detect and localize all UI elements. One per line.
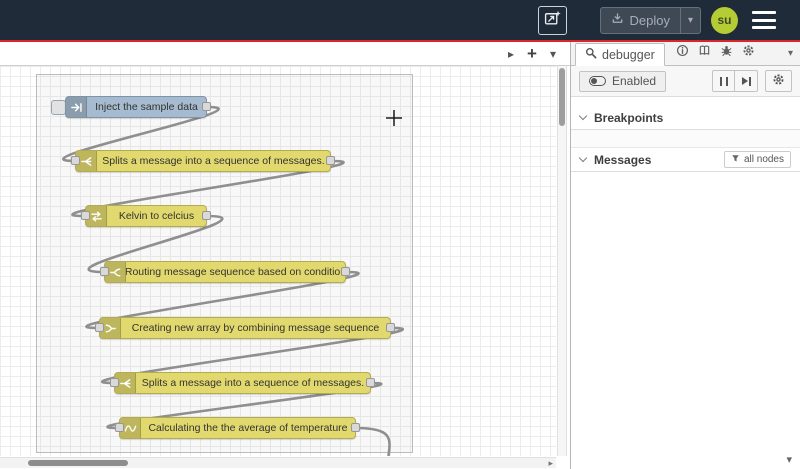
sidebar-tab-list-button[interactable]: ▾ xyxy=(788,48,793,59)
node-input-port[interactable] xyxy=(115,423,124,432)
info-icon xyxy=(676,44,689,62)
toggle-icon xyxy=(589,76,606,86)
funnel-icon xyxy=(731,154,740,166)
message-filter-button[interactable]: all nodes xyxy=(723,151,791,168)
node-output-port[interactable] xyxy=(202,211,211,220)
inject-trigger-button[interactable] xyxy=(51,100,66,115)
breakpoints-list xyxy=(571,130,800,148)
node-output-port[interactable] xyxy=(202,102,211,111)
horizontal-scroll-thumb[interactable] xyxy=(28,460,128,466)
canvas-horizontal-scrollbar[interactable]: ▸ xyxy=(0,457,556,468)
deploy-icon xyxy=(611,12,624,28)
sidebar-tabbar: debugger ▾ xyxy=(571,42,800,66)
chevron-down-icon xyxy=(578,153,588,163)
hamburger-icon xyxy=(752,26,776,29)
node-output-port[interactable] xyxy=(341,267,350,276)
node-label: Calculating the the average of temperatu… xyxy=(148,422,348,434)
header-action-button[interactable] xyxy=(537,5,567,35)
node-split[interactable]: Splits a message into a sequence of mess… xyxy=(110,372,375,394)
node-input-port[interactable] xyxy=(110,378,119,387)
scroll-right-arrow-icon[interactable]: ▸ xyxy=(548,458,553,469)
messages-title: Messages xyxy=(594,152,652,167)
node-output-port[interactable] xyxy=(366,378,375,387)
tab-config-nodes[interactable] xyxy=(739,41,758,65)
node-output-port[interactable] xyxy=(326,156,335,165)
node-label: Routing message sequence based on condit… xyxy=(126,266,345,278)
node-label: Inject the sample data xyxy=(95,101,198,113)
step-button[interactable] xyxy=(735,70,758,92)
node-label: Splits a message into a sequence of mess… xyxy=(141,377,365,389)
gear-icon xyxy=(772,73,785,89)
sidebar-icon-tabs xyxy=(673,41,758,65)
breakpoints-title: Breakpoints xyxy=(594,110,664,125)
node-switch[interactable]: Routing message sequence based on condit… xyxy=(100,261,350,283)
message-filter-label: all nodes xyxy=(743,154,784,165)
node-input-port[interactable] xyxy=(100,267,109,276)
pause-button[interactable] xyxy=(712,70,735,92)
scroll-tabs-right-button[interactable]: ▸ xyxy=(508,48,514,60)
gear-icon xyxy=(742,44,755,62)
book-icon xyxy=(698,44,711,62)
breakpoints-section-header[interactable]: Breakpoints xyxy=(571,106,800,130)
deploy-label: Deploy xyxy=(629,12,670,28)
hamburger-icon xyxy=(752,11,776,14)
workspace-pane: ▸ + ▾ Inject the sample data Splits a me… xyxy=(0,42,570,469)
user-avatar[interactable]: su xyxy=(711,6,738,34)
node-label: Creating new array by combining message … xyxy=(131,322,380,334)
node-label: Kelvin to celcius xyxy=(118,210,195,222)
pause-icon xyxy=(719,76,728,86)
tab-debug[interactable] xyxy=(717,41,736,65)
debugger-settings-button[interactable] xyxy=(765,70,792,92)
deploy-options-caret[interactable]: ▾ xyxy=(679,7,700,33)
tab-help[interactable] xyxy=(695,41,714,65)
node-red-app: Deploy ▾ su ▸ + ▾ Inject the sample data… xyxy=(0,0,800,469)
flow-list-button[interactable]: ▾ xyxy=(550,48,556,60)
node-input-port[interactable] xyxy=(71,156,80,165)
vertical-scroll-thumb[interactable] xyxy=(559,68,565,126)
inject-icon xyxy=(66,97,87,117)
workspace-tabbar: ▸ + ▾ xyxy=(0,42,570,66)
add-flow-button[interactable]: + xyxy=(527,45,537,62)
step-icon xyxy=(741,76,751,86)
node-output-port[interactable] xyxy=(386,323,395,332)
deploy-button[interactable]: Deploy ▾ xyxy=(599,6,701,34)
deploy-button-main[interactable]: Deploy xyxy=(601,8,680,33)
sidebar-collapse-button[interactable]: ▾ xyxy=(786,453,792,466)
bug-icon xyxy=(720,44,733,62)
debugger-controls xyxy=(712,70,792,92)
node-average[interactable]: Calculating the the average of temperatu… xyxy=(115,417,360,439)
main-menu-button[interactable] xyxy=(752,11,776,29)
chevron-down-icon xyxy=(578,111,588,121)
node-label: Splits a message into a sequence of mess… xyxy=(102,155,325,167)
debugger-toolbar: Enabled xyxy=(571,66,800,97)
avatar-initials: su xyxy=(717,13,732,27)
hamburger-icon xyxy=(752,18,776,22)
chevron-down-icon: ▾ xyxy=(687,14,693,26)
debugger-tab-label: debugger xyxy=(602,47,655,62)
node-join[interactable]: Creating new array by combining message … xyxy=(95,317,395,339)
messages-section-header[interactable]: Messages all nodes xyxy=(571,148,800,172)
node-input-port[interactable] xyxy=(81,211,90,220)
tab-debugger[interactable]: debugger xyxy=(575,43,665,66)
node-output-port[interactable] xyxy=(351,423,360,432)
header-bar: Deploy ▾ su xyxy=(0,0,800,42)
sparkle-box-icon xyxy=(544,10,561,31)
tab-info[interactable] xyxy=(673,41,692,65)
node-inject[interactable]: Inject the sample data xyxy=(65,96,211,118)
node-change[interactable]: Kelvin to celcius xyxy=(81,205,211,227)
node-split[interactable]: Splits a message into a sequence of mess… xyxy=(71,150,335,172)
sidebar: debugger ▾ Enabled Breakpoints Messages … xyxy=(570,42,800,469)
enabled-label: Enabled xyxy=(612,74,657,88)
debugger-enabled-toggle[interactable]: Enabled xyxy=(579,70,667,92)
node-input-port[interactable] xyxy=(95,323,104,332)
debugger-tab-icon xyxy=(585,47,597,62)
flow-canvas[interactable]: Inject the sample data Splits a message … xyxy=(0,66,556,456)
canvas-vertical-scrollbar[interactable] xyxy=(557,66,567,456)
